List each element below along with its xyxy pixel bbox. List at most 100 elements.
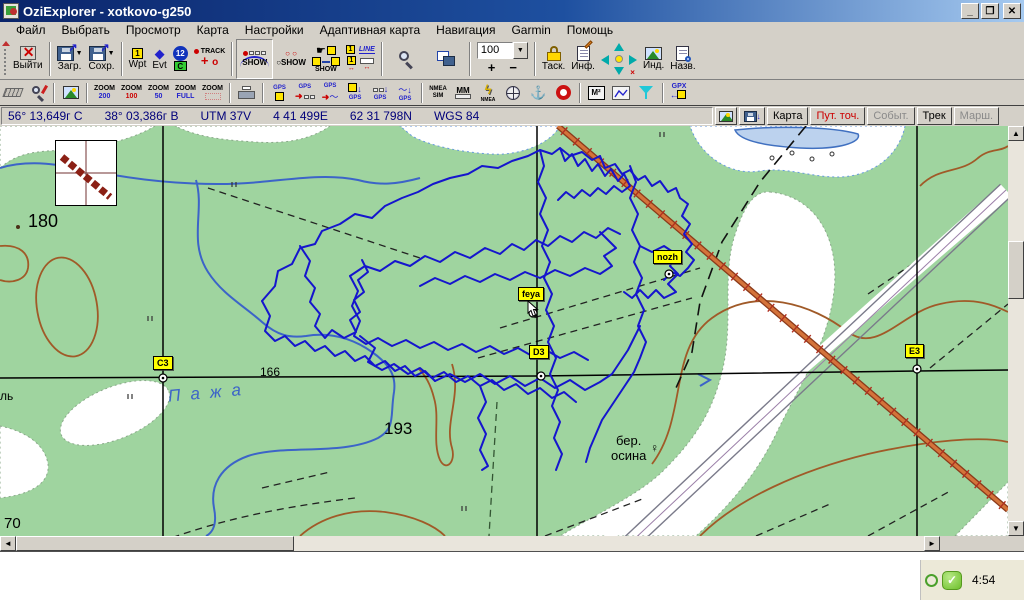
measure-button[interactable] [0,82,25,104]
tab-waypoints[interactable]: Пут. точ. [810,107,865,125]
waypoint-label-e3[interactable]: E3 [905,344,924,358]
coordinate-bar: 56° 13,649г С 38° 03,386г В UTM 37V 4 41… [0,106,1024,126]
tab-map[interactable]: Карта [767,107,808,125]
show-names-button[interactable]: ☛ SHOW [309,39,343,79]
map-view-button[interactable] [426,39,466,79]
print-button[interactable] [234,82,259,104]
menu-navigation[interactable]: Навигация [428,23,503,37]
save-button[interactable]: ↗ ▼ Сохр. [86,39,118,79]
filter-button[interactable] [634,82,659,104]
map-image-button[interactable] [715,107,737,125]
app-icon [3,3,19,19]
menu-file[interactable]: Файл [8,23,54,37]
zoom-100-button[interactable]: ZOOM 100 [118,82,145,104]
overview-inset[interactable] [55,140,117,206]
waypoint-label-d3[interactable]: D3 [529,345,549,359]
menu-garmin[interactable]: Garmin [503,23,558,37]
gps-download-track-button[interactable]: 〜↓ GPS [393,82,418,104]
tab-events[interactable]: Событ. [867,107,914,125]
minimize-button[interactable]: _ [961,3,979,19]
event-button[interactable]: ◆ Evt [149,39,169,79]
waypoint-label-c3[interactable]: C3 [153,356,173,370]
waypoint-number-button[interactable]: 12 C [170,39,191,79]
scroll-left-button[interactable]: ◄ [0,536,16,551]
toolbar-drag-handle[interactable] [0,40,10,78]
zoom-window-button[interactable] [386,39,426,79]
lifebuoy-icon [556,85,571,100]
zoom-200-button[interactable]: ZOOM 200 [91,82,118,104]
zoom-out-button[interactable]: − [509,60,517,75]
lifebuoy-button[interactable] [551,82,576,104]
nmea-simulator-button[interactable]: NMEA SIM [426,82,451,104]
save-floppy-icon: ↗ [89,46,106,61]
menu-view[interactable]: Просмотр [118,23,189,37]
waypoint-label-feya[interactable]: feya [518,287,544,301]
tab-track[interactable]: Трек [917,107,952,125]
waypoint-label-nozh[interactable]: nozh [653,250,682,264]
gps-upload-track-button[interactable]: GPS ➜〜 [318,82,343,104]
info-button[interactable]: Инф. [568,39,598,79]
zoom-dropdown-button[interactable]: ▼ [513,42,528,59]
vegetation-label-ber: бер. [616,434,641,447]
gpx-button[interactable]: GPX ↓ [667,82,692,104]
map-canvas[interactable]: C3 D3 E3 feya nozh 180 193 166 Пажа бер.… [0,126,1008,536]
restore-button[interactable]: ❐ [981,3,999,19]
titlebar: OziExplorer - xotkovo-g250 _ ❐ ✕ [0,0,1024,22]
tools-magnifier-icon [30,85,46,101]
gps-upload-waypoints-button[interactable]: GPS ➜ [292,82,318,104]
image-button[interactable] [58,82,83,104]
name-search-button[interactable]: Назв. [667,39,698,79]
horizontal-scrollbar[interactable]: ◄ ► [0,536,940,551]
menu-select[interactable]: Выбрать [54,23,118,37]
track-control-button[interactable]: TRACK + o [191,39,229,79]
globe-button[interactable] [501,82,526,104]
grid-zone-value: UTM 37V [200,109,251,123]
waypoint-button[interactable]: 1 Wpt [126,39,150,79]
zoom-50-button[interactable]: ZOOM 50 [145,82,172,104]
pan-control[interactable]: × [598,39,640,79]
horizontal-scroll-thumb[interactable] [16,536,294,551]
menu-map[interactable]: Карта [189,23,237,37]
tray-clock: 4:54 [972,573,995,587]
show-waypoints-button[interactable]: ○ ○ ○SHOW [273,39,309,79]
moving-map-button[interactable]: MM [451,82,476,104]
vertical-scrollbar[interactable]: ▲ ▼ [1008,126,1024,536]
show-track-button[interactable]: SHOW [236,39,273,79]
hand-icon: ☛ [316,44,326,57]
scroll-up-button[interactable]: ▲ [1008,126,1024,141]
gps-waypoint-button[interactable]: GPS [267,82,292,104]
menu-settings[interactable]: Настройки [237,23,312,37]
load-button[interactable]: ↗ ▼ Загр. [54,39,86,79]
map-tools-button[interactable] [25,82,50,104]
index-map-button[interactable]: Инд. [640,39,667,79]
zoom-in-button[interactable]: + [488,60,496,75]
profile-chart-button[interactable] [609,82,634,104]
quick-save-button[interactable]: ↓ [739,107,765,125]
tab-routes[interactable]: Марш. [954,107,999,125]
globe-icon [506,86,520,100]
menu-help[interactable]: Помощь [559,23,621,37]
gps-download-routes-button[interactable]: ↓ GPS [368,82,393,104]
tray-ring-icon[interactable] [925,574,938,587]
zoom-full-button[interactable]: ZOOM FULL [172,82,199,104]
menu-adaptive-map[interactable]: Адаптивная карта [312,23,429,37]
exit-button[interactable]: Выйти [10,39,46,79]
scroll-down-button[interactable]: ▼ [1008,521,1024,536]
task-button[interactable]: Таск. [539,39,568,79]
vertical-scroll-thumb[interactable] [1008,241,1024,299]
waypoint-number-icon: 12 [173,46,188,61]
grid-m2-button[interactable]: M² [584,82,609,104]
zoom-value-field[interactable]: 100 [477,42,513,59]
anchor-icon: ⚓ [530,85,546,101]
latitude-value: 56° 13,649г С [8,109,83,123]
scroll-right-button[interactable]: ► [924,536,940,551]
anchor-button[interactable]: ⚓ [526,82,551,104]
nmea-button[interactable]: ϟ NMEA [476,82,501,104]
gps-download-waypoints-button[interactable]: ↓ GPS [343,82,368,104]
antivirus-shield-icon[interactable]: ✓ [942,571,962,590]
northing-value: 62 31 798N [350,109,412,123]
event-diamond-icon: ◆ [155,47,165,60]
zoom-area-button[interactable]: ZOOM [199,82,226,104]
waypoint-line-tools-button[interactable]: 1 LINE 1↔ ↔ [343,39,378,79]
close-button[interactable]: ✕ [1003,3,1021,19]
